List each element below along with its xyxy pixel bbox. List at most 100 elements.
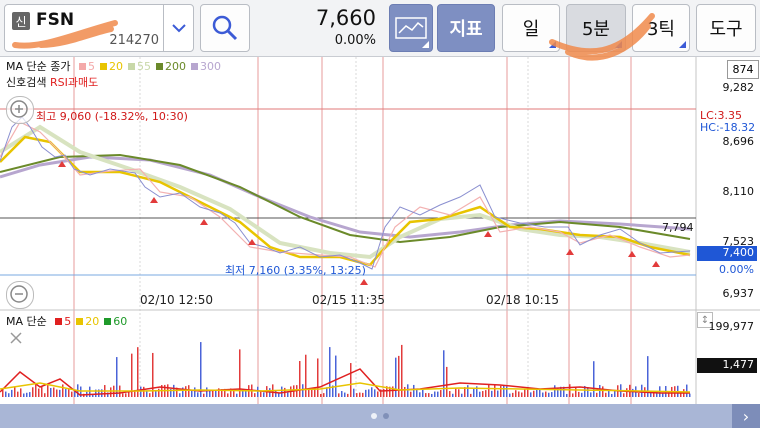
volume-bar <box>542 392 544 397</box>
volume-bar <box>260 391 262 397</box>
volume-bar <box>179 393 181 397</box>
ma-legend[interactable]: MA 단순 종가 5 20 55 200 300 <box>6 58 221 74</box>
time-label-2: 02/15 11:35 <box>312 293 385 307</box>
volume-bar <box>236 393 238 397</box>
axis-top-box[interactable]: 874 <box>727 60 759 79</box>
volume-legend-title: MA 단순 <box>6 315 47 328</box>
volume-bar <box>449 391 451 397</box>
volume-bar <box>482 391 484 397</box>
volume-bar <box>575 387 577 397</box>
volume-bar <box>149 393 151 397</box>
volume-bar <box>626 388 628 397</box>
change-percent: 0.00% <box>334 33 376 48</box>
chevron-down-icon <box>172 24 186 33</box>
volume-bar <box>122 393 124 397</box>
volume-bar <box>362 392 364 397</box>
volume-bar <box>338 393 340 397</box>
stock-selector[interactable]: 신 FSN 214270 <box>4 4 194 52</box>
volume-bar <box>623 393 625 397</box>
zoom-out-button[interactable] <box>6 281 34 309</box>
volume-bar <box>62 384 64 397</box>
bottom-bar: › <box>0 404 760 428</box>
top-toolbar: 신 FSN 214270 7,660 0.00% 지표 일 5분 3틱 도구 <box>0 0 760 61</box>
price-line <box>0 116 691 270</box>
volume-bar <box>473 388 475 397</box>
page-dot[interactable] <box>383 413 389 419</box>
volume-bar <box>509 393 511 397</box>
volume-bar <box>377 391 379 397</box>
volume-bar <box>467 385 469 397</box>
volume-bar <box>590 392 592 397</box>
volume-bar <box>605 392 607 397</box>
corner-indicator <box>679 41 686 48</box>
volume-bar <box>23 393 25 397</box>
volume-bar <box>458 389 460 397</box>
volume-legend[interactable]: MA 단순 5 20 60 <box>6 313 127 329</box>
volume-bar <box>689 393 691 397</box>
page-dot-active[interactable] <box>371 413 377 419</box>
volume-bar <box>59 389 61 397</box>
volume-bar <box>539 389 541 397</box>
volume-bar <box>29 392 31 397</box>
volume-legend-swatch-20 <box>76 318 84 325</box>
volume-bar <box>545 391 547 397</box>
volume-bar <box>440 390 442 397</box>
zoom-in-button[interactable] <box>6 96 34 124</box>
signal-legend[interactable]: 신호검색 RSI과매도 <box>6 74 98 90</box>
search-button[interactable] <box>200 4 250 52</box>
current-price: 7,660 <box>315 6 376 30</box>
ma-legend-title: MA 단순 종가 <box>6 60 71 73</box>
ma-legend-label-20: 20 <box>109 60 123 73</box>
volume-bar <box>341 391 343 397</box>
volume-bar <box>410 391 412 397</box>
volume-bar <box>320 393 322 397</box>
ma-legend-label-5: 5 <box>88 60 95 73</box>
close-volume-pane-button[interactable] <box>8 330 24 346</box>
corner-indicator <box>422 41 429 48</box>
volume-bar <box>488 384 490 397</box>
stock-dropdown-button[interactable] <box>163 4 194 52</box>
volume-bar <box>404 386 406 397</box>
next-button[interactable]: › <box>732 404 760 428</box>
volume-bar <box>89 386 91 397</box>
volume-bar <box>254 393 256 397</box>
volume-bar <box>578 391 580 397</box>
volume-bar <box>143 386 145 397</box>
tools-button[interactable]: 도구 <box>696 4 756 52</box>
volume-bar <box>281 386 283 397</box>
chart-type-button[interactable] <box>389 4 433 52</box>
volume-bar <box>257 386 259 397</box>
ma-legend-swatch-300 <box>191 63 198 70</box>
volume-bar <box>569 384 571 397</box>
volume-bar <box>611 393 613 397</box>
volume-bar <box>239 349 241 397</box>
ma-legend-label-200: 200 <box>165 60 186 73</box>
volume-bar <box>434 391 436 397</box>
volume-bar <box>185 386 187 397</box>
price-tick-label: 6,937 <box>722 287 755 300</box>
volume-bar <box>515 390 517 397</box>
volume-bar <box>38 388 40 397</box>
volume-bar <box>455 387 457 397</box>
volume-bar <box>347 393 349 397</box>
volume-bar <box>572 393 574 397</box>
period-day-label: 일 <box>522 19 540 40</box>
volume-bar <box>53 387 55 397</box>
volume-bar <box>5 391 7 397</box>
price-tick-label: 8,110 <box>722 185 755 198</box>
volume-bar <box>512 392 514 397</box>
volume-bar <box>368 389 370 397</box>
volume-bar <box>521 392 523 397</box>
indicator-button[interactable]: 지표 <box>437 4 495 52</box>
volume-bar <box>491 390 493 397</box>
volume-bar <box>359 392 361 397</box>
volume-bar <box>209 390 211 397</box>
volume-bar <box>71 391 73 397</box>
volume-bar <box>197 392 199 397</box>
volume-bar <box>686 384 688 397</box>
volume-bar <box>140 386 142 397</box>
price-tick-label: 8,696 <box>722 135 755 148</box>
volume-bar <box>242 390 244 397</box>
volume-bar <box>26 392 28 397</box>
volume-bar <box>17 391 19 397</box>
